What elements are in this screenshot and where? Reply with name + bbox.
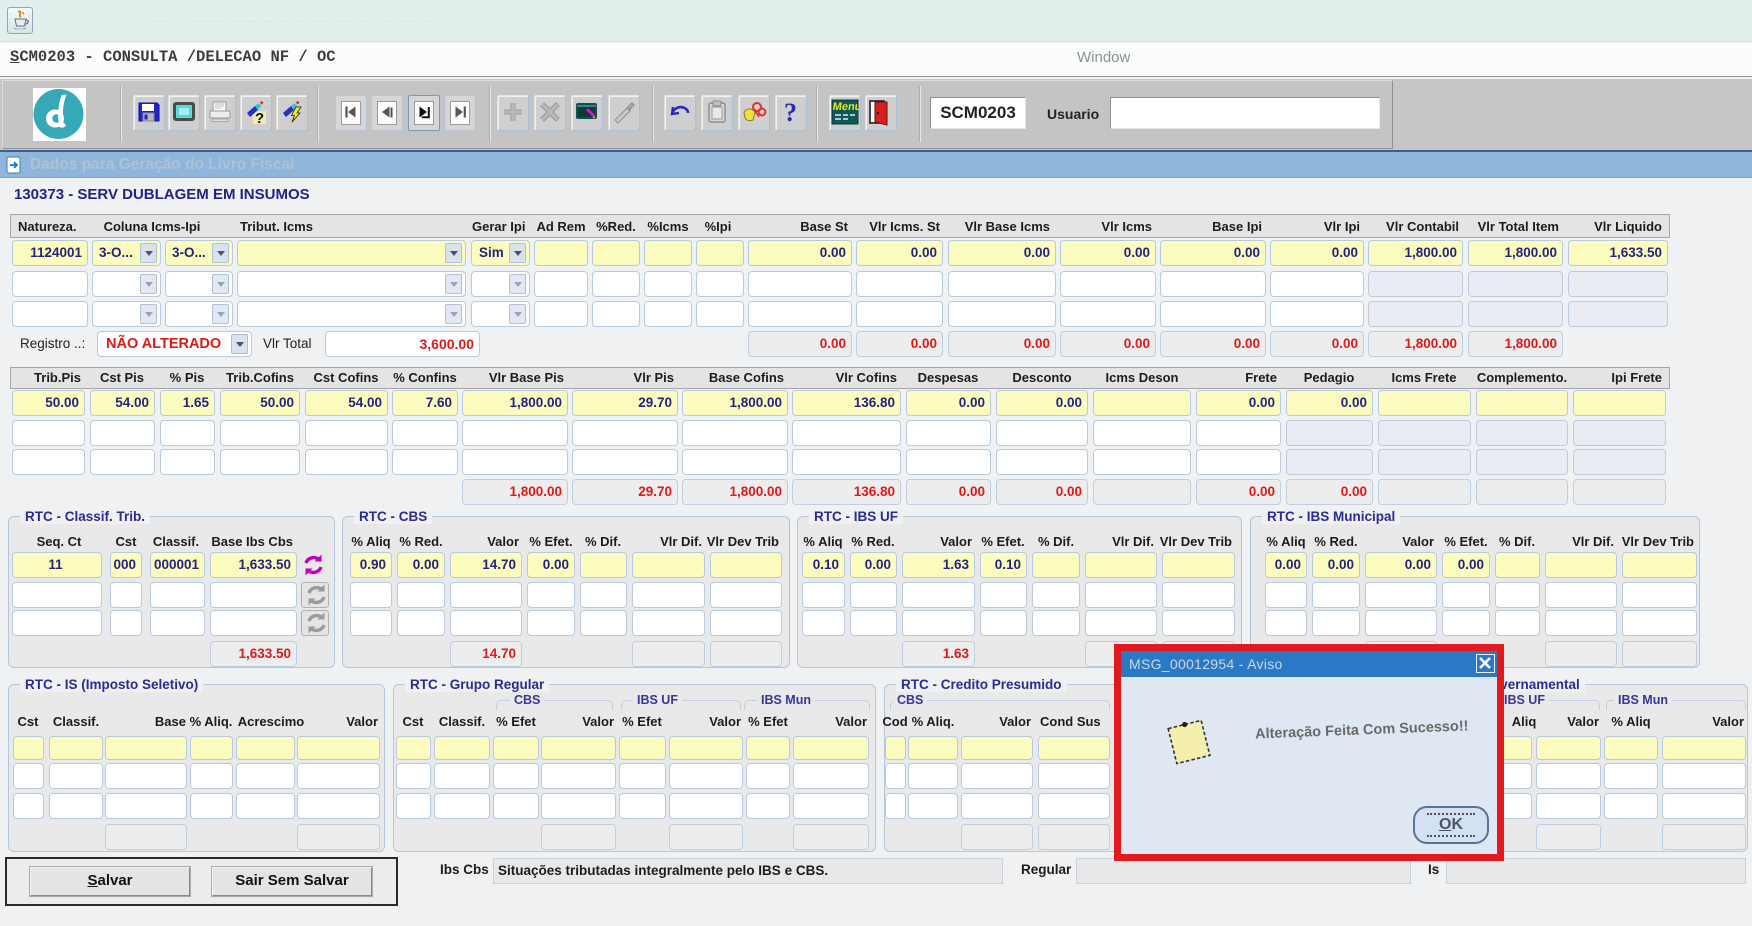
svg-text:?: ?: [784, 99, 797, 125]
svg-text:?: ?: [255, 110, 264, 125]
svg-text:Menu: Menu: [832, 101, 859, 113]
